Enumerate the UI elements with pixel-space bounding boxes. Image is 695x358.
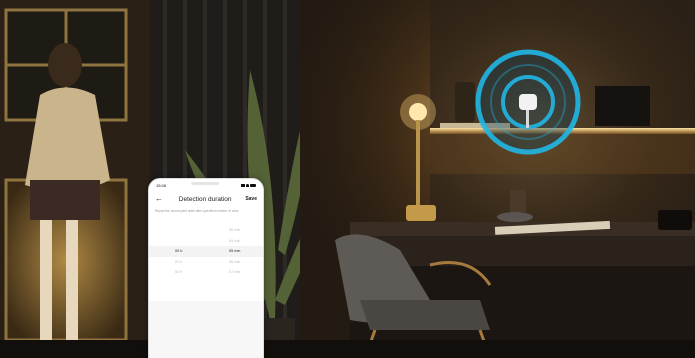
- battery-icon: [250, 183, 256, 187]
- picker-minutes[interactable]: 05 min: [209, 249, 263, 253]
- presence-sensor-icon: [475, 49, 581, 155]
- setting-description: Report the unoccupied state after specif…: [155, 209, 239, 213]
- picker-hours[interactable]: 00 h: [149, 249, 209, 253]
- phone-notch: [191, 182, 219, 185]
- picker-row[interactable]: 02 h 07 min: [149, 267, 263, 278]
- wifi-icon: [246, 183, 249, 187]
- screen-bottom-area: [149, 301, 263, 358]
- app-header: ← Detection duration Save: [149, 191, 263, 207]
- picker-row[interactable]: 04 min: [149, 236, 263, 247]
- status-bar: 15:08: [149, 179, 263, 191]
- signal-icon: [241, 183, 245, 187]
- product-scene: 15:08 ← Detection duration Save Report t…: [0, 0, 695, 358]
- picker-row[interactable]: 00 min: [149, 225, 263, 236]
- status-time: 15:08: [156, 182, 167, 188]
- picker-minutes[interactable]: 00 min: [209, 228, 263, 232]
- room-background: [0, 0, 695, 358]
- picker-minutes[interactable]: 07 min: [209, 270, 263, 274]
- picker-minutes[interactable]: 06 min: [209, 260, 263, 264]
- picker-hours[interactable]: 02 h: [149, 270, 209, 274]
- save-button[interactable]: Save: [245, 196, 257, 202]
- picker-hours[interactable]: 01 h: [149, 260, 209, 264]
- status-icons: [241, 183, 256, 187]
- page-title: Detection duration: [178, 195, 232, 203]
- picker-row-selected[interactable]: 00 h 05 min: [149, 246, 263, 257]
- picker-row[interactable]: 01 h 06 min: [149, 257, 263, 268]
- duration-picker[interactable]: 00 min 04 min 00 h 05 min 01 h 06 min 02…: [149, 225, 263, 278]
- back-arrow-icon[interactable]: ←: [155, 195, 165, 203]
- phone-app-screen: 15:08 ← Detection duration Save Report t…: [148, 178, 264, 358]
- picker-minutes[interactable]: 04 min: [209, 239, 263, 243]
